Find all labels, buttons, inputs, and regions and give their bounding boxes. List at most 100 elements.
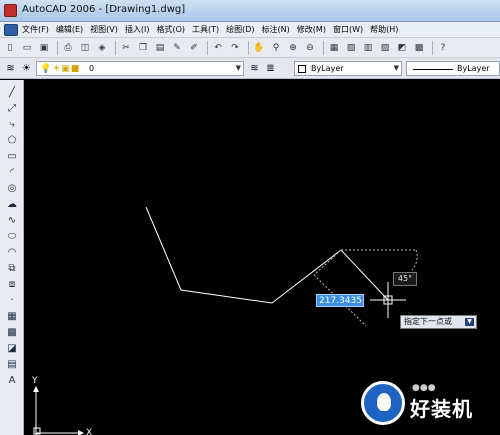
- chevron-down-icon: ▼: [235, 64, 241, 72]
- layer-manager-icon[interactable]: ≋: [4, 62, 17, 75]
- publish-icon[interactable]: ◈: [95, 41, 109, 55]
- draw-toolbar: ╱ ⤢ ⤷ ⬠ ▭ ◜ ◎ ☁ ∿ ⬭ ◠ ⧉ ⧈ · ▦ ▩ ◪ ▤ A: [0, 80, 24, 435]
- match-properties-icon[interactable]: ✎: [170, 41, 184, 55]
- spline-icon[interactable]: ∿: [4, 214, 20, 227]
- menu-format[interactable]: 格式(O): [156, 24, 185, 35]
- drawing-geometry: Y X: [31, 206, 418, 435]
- open-file-icon[interactable]: ▭: [20, 41, 34, 55]
- insert-block-icon[interactable]: ⧉: [4, 262, 20, 275]
- rectangle-icon[interactable]: ▭: [4, 150, 20, 163]
- chevron-down-icon: ▼: [393, 64, 399, 72]
- menu-tools[interactable]: 工具(T): [192, 24, 219, 35]
- polyline-icon[interactable]: ⤷: [4, 118, 20, 131]
- multiline-text-icon[interactable]: A: [4, 374, 20, 387]
- length-input[interactable]: 217.3435: [316, 294, 364, 307]
- cut-icon[interactable]: ✂: [119, 41, 133, 55]
- angle-input[interactable]: 45°: [393, 272, 417, 286]
- menu-bar: 文件(F) 编辑(E) 视图(V) 插入(I) 格式(O) 工具(T) 绘图(D…: [0, 22, 500, 38]
- pan-icon[interactable]: ✋: [252, 41, 266, 55]
- ellipse-arc-icon[interactable]: ◠: [4, 246, 20, 259]
- help-icon[interactable]: ?: [436, 41, 450, 55]
- menu-insert[interactable]: 插入(I): [125, 24, 150, 35]
- properties-icon[interactable]: ▦: [327, 41, 341, 55]
- layer-previous-icon[interactable]: ≣: [264, 62, 277, 75]
- layer-state-icon[interactable]: ☀: [20, 62, 33, 75]
- zoom-window-icon[interactable]: ⊕: [286, 41, 300, 55]
- watermark-brand: 好装机: [410, 397, 473, 421]
- polygon-icon[interactable]: ⬠: [4, 134, 20, 147]
- table-icon[interactable]: ▤: [4, 358, 20, 371]
- print-icon[interactable]: ⎙: [61, 41, 75, 55]
- copy-icon[interactable]: ❐: [136, 41, 150, 55]
- watermark-logo-icon: [361, 381, 405, 425]
- window-title: AutoCAD 2006 - [Drawing1.dwg]: [22, 4, 186, 15]
- arc-icon[interactable]: ◜: [4, 166, 20, 179]
- menu-draw[interactable]: 绘图(D): [226, 24, 254, 35]
- print-preview-icon[interactable]: ◫: [78, 41, 92, 55]
- sheet-set-icon[interactable]: ▨: [378, 41, 392, 55]
- autocad-app-icon[interactable]: [4, 4, 17, 17]
- point-icon[interactable]: ·: [4, 294, 20, 307]
- menu-view[interactable]: 视图(V): [90, 24, 118, 35]
- rubber-band-line: [340, 249, 389, 301]
- current-layer-name: 0: [89, 64, 95, 73]
- toolbar-separator: [207, 40, 208, 55]
- angle-arc: [411, 249, 418, 271]
- make-object-layer-current-icon[interactable]: ≋: [248, 62, 261, 75]
- tool-palettes-icon[interactable]: ▥: [361, 41, 375, 55]
- zoom-realtime-icon[interactable]: ⚲: [269, 41, 283, 55]
- standard-toolbar: ▯ ▭ ▣ ⎙ ◫ ◈ ✂ ❐ ▤ ✎ ✐ ↶ ↷ ✋ ⚲ ⊕ ⊖ ▦ ▧ ▥ …: [0, 38, 500, 58]
- make-block-icon[interactable]: ⧈: [4, 278, 20, 291]
- document-menu-icon[interactable]: [4, 23, 18, 36]
- markup-icon[interactable]: ◩: [395, 41, 409, 55]
- redo-icon[interactable]: ↷: [228, 41, 242, 55]
- region-icon[interactable]: ◪: [4, 342, 20, 355]
- paste-icon[interactable]: ▤: [153, 41, 167, 55]
- color-dropdown[interactable]: ByLayer ▼: [294, 61, 402, 76]
- gradient-icon[interactable]: ▩: [4, 326, 20, 339]
- menu-window[interactable]: 窗口(W): [333, 24, 363, 35]
- layer-status-icons: 💡☀▣■: [40, 64, 81, 74]
- linetype-dropdown[interactable]: ByLayer: [406, 61, 500, 76]
- menu-file[interactable]: 文件(F): [22, 24, 49, 35]
- drawing-canvas[interactable]: Y X: [24, 80, 500, 435]
- design-center-icon[interactable]: ▧: [344, 41, 358, 55]
- linetype-sample: [413, 69, 453, 70]
- ucs-y-arrow: [33, 386, 39, 392]
- color-swatch: [298, 65, 306, 73]
- toolbar-separator: [57, 40, 58, 55]
- linetype-value: ByLayer: [457, 64, 490, 73]
- toolbar-separator: [432, 40, 433, 55]
- command-prompt-text: 指定下一点或: [404, 317, 452, 326]
- block-editor-icon[interactable]: ✐: [187, 41, 201, 55]
- dimension-extension-line: [313, 249, 342, 276]
- color-value: ByLayer: [311, 64, 344, 73]
- save-icon[interactable]: ▣: [37, 41, 51, 55]
- circle-icon[interactable]: ◎: [4, 182, 20, 195]
- toolbar-separator: [248, 40, 249, 55]
- menu-modify[interactable]: 修改(M): [297, 24, 326, 35]
- hatch-icon[interactable]: ▦: [4, 310, 20, 323]
- ucs-x-label: X: [86, 428, 92, 435]
- menu-help[interactable]: 帮助(H): [370, 24, 398, 35]
- construction-line-icon[interactable]: ⤢: [4, 102, 20, 115]
- title-bar: AutoCAD 2006 - [Drawing1.dwg]: [0, 0, 500, 22]
- undo-icon[interactable]: ↶: [211, 41, 225, 55]
- ellipse-icon[interactable]: ⬭: [4, 230, 20, 243]
- toolbar-separator: [115, 40, 116, 55]
- menu-dimension[interactable]: 标注(N): [262, 24, 290, 35]
- layer-dropdown[interactable]: 💡☀▣■ 0 ▼: [36, 61, 244, 76]
- new-file-icon[interactable]: ▯: [3, 41, 17, 55]
- down-arrow-icon[interactable]: ▼: [465, 318, 474, 326]
- menu-edit[interactable]: 编辑(E): [56, 24, 83, 35]
- command-prompt-tooltip: 指定下一点或 ▼: [400, 315, 477, 329]
- toolbar-separator: [323, 40, 324, 55]
- revision-cloud-icon[interactable]: ☁: [4, 198, 20, 211]
- line-tool-icon[interactable]: ╱: [4, 86, 20, 99]
- watermark-dots: ●●●: [412, 383, 436, 393]
- layers-toolbar: ≋ ☀ 💡☀▣■ 0 ▼ ≋ ≣ ByLayer ▼ ByLayer: [0, 58, 500, 79]
- calculator-icon[interactable]: ▩: [412, 41, 426, 55]
- zoom-previous-icon[interactable]: ⊖: [303, 41, 317, 55]
- ucs-y-label: Y: [31, 376, 38, 386]
- watermark-logo-inner: [377, 393, 391, 411]
